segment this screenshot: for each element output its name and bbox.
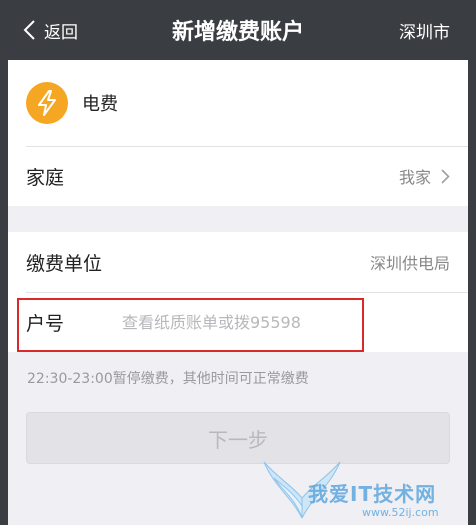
account-number-row: 户号 [8,292,468,352]
bill-type-label: 电费 [82,94,118,115]
account-number-input[interactable] [122,312,372,332]
payment-account-section: 缴费单位 深圳供电局 户号 [8,232,468,352]
chevron-right-icon [441,168,450,184]
company-label: 缴费单位 [26,252,103,275]
next-step-button[interactable]: 下一步 [26,412,450,464]
chevron-left-icon [23,20,35,40]
account-info-section: 电费 家庭 我家 [8,60,468,206]
back-button[interactable]: 返回 [22,0,78,60]
household-row[interactable]: 家庭 我家 [8,146,468,206]
city-selector[interactable]: 深圳市 [399,0,450,60]
household-value-text: 我家 [398,168,431,187]
household-value: 我家 [399,146,450,206]
company-row: 缴费单位 深圳供电局 [8,232,468,292]
watermark-url: www.52ij.com [362,506,439,519]
navigation-bar: 返回 新增缴费账户 深圳市 [0,0,476,60]
payment-notice: 22:30-23:00暂停缴费，其他时间可正常缴费 [27,371,309,387]
bill-type-row: 电费 [8,60,468,146]
account-number-label: 户号 [26,312,65,335]
back-label: 返回 [44,22,78,43]
lightning-bolt-icon [26,82,68,124]
app-screen: 返回 新增缴费账户 深圳市 电费 家庭 我家 缴费单位 深圳供电局 户号 查看纸… [0,0,476,525]
company-value: 深圳供电局 [369,254,450,273]
household-label: 家庭 [26,166,65,189]
watermark-text: 我爱IT技术网 [308,482,437,506]
